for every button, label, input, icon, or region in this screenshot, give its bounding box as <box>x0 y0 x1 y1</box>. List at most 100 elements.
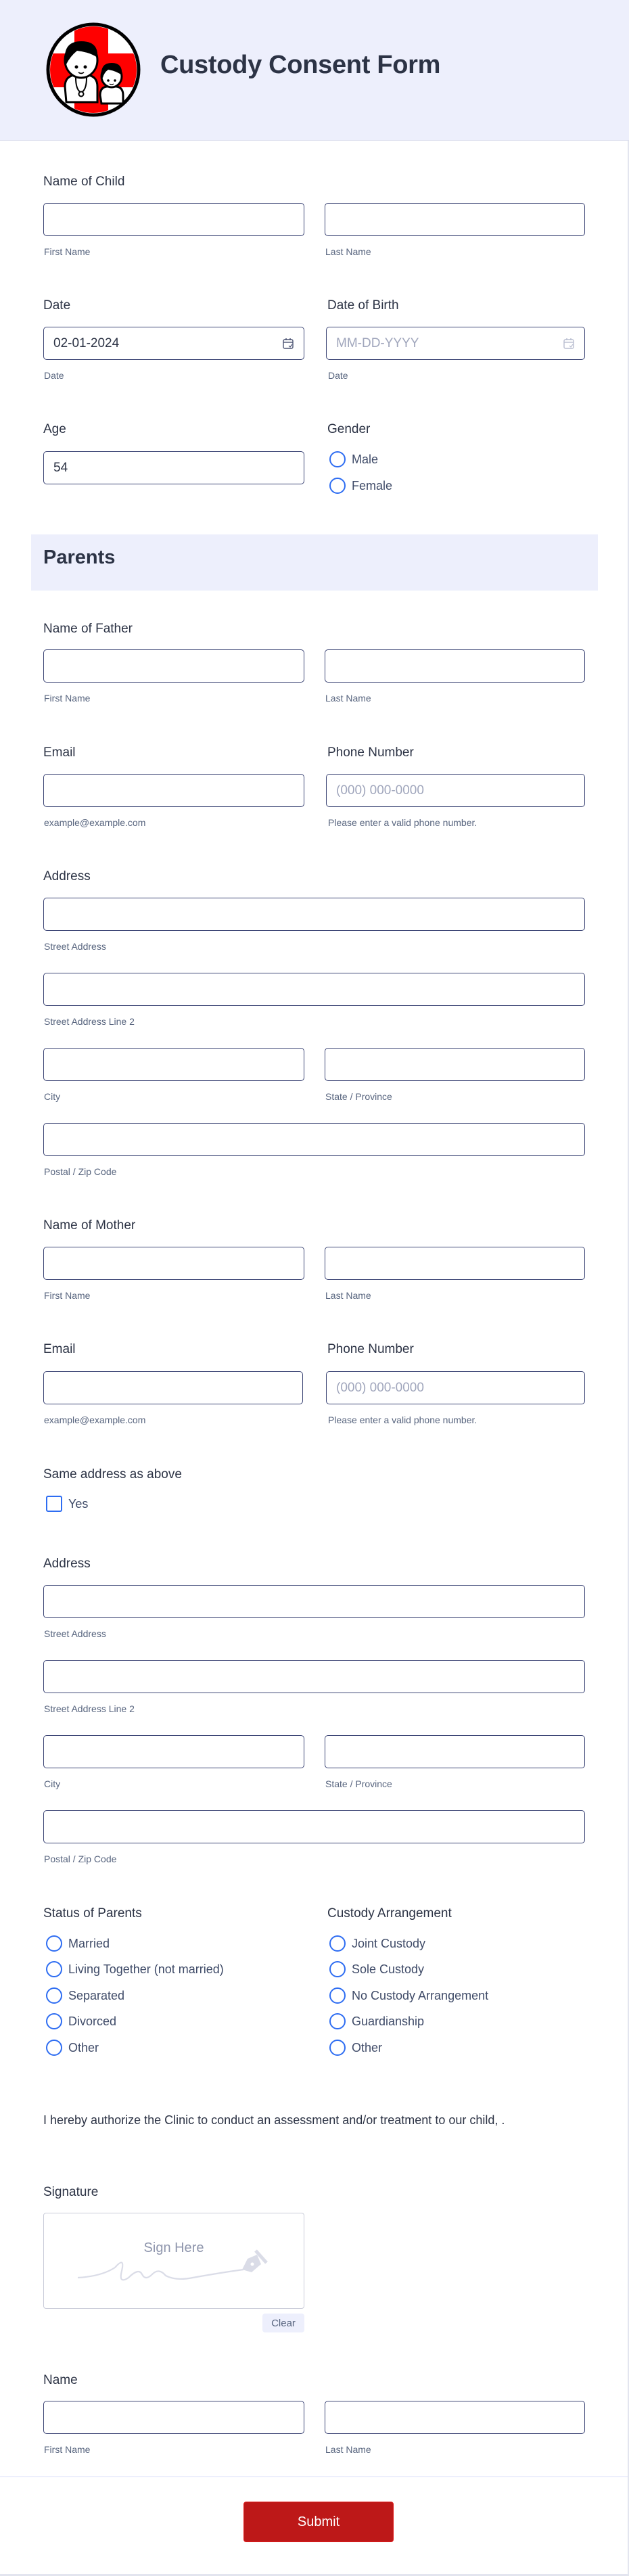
status-radio-separated[interactable]: Separated <box>46 1987 124 2004</box>
radio-circle-icon[interactable] <box>329 1935 346 1952</box>
status-of-parents-label: Status of Parents <box>43 1906 142 1920</box>
father-name-label: Name of Father <box>43 622 133 636</box>
father-zip-input[interactable] <box>43 1123 585 1156</box>
signature-label: Signature <box>43 2185 99 2199</box>
father-email-input[interactable] <box>43 774 304 807</box>
radio-circle-icon[interactable] <box>46 1935 62 1952</box>
date-sublabel: Date <box>44 370 64 381</box>
radio-circle-icon[interactable] <box>46 2040 62 2056</box>
child-first-name-input[interactable] <box>43 203 304 236</box>
phone-placeholder: (000) 000-0000 <box>336 783 424 798</box>
mother-street-sublabel: Street Address <box>44 1628 106 1639</box>
signer-name-label: Name <box>43 2373 78 2387</box>
mother-phone-label: Phone Number <box>327 1342 414 1356</box>
radio-circle-icon[interactable] <box>46 2013 62 2029</box>
radio-circle-icon[interactable] <box>329 1987 346 2004</box>
form-title: Custody Consent Form <box>160 51 441 79</box>
radio-circle-icon[interactable] <box>329 1961 346 1977</box>
clear-signature-button[interactable]: Clear <box>262 2314 304 2332</box>
father-street-input[interactable] <box>43 898 585 931</box>
divider <box>0 2476 628 2477</box>
radio-label: Other <box>68 2040 99 2054</box>
father-phone-sublabel: Please enter a valid phone number. <box>328 817 477 828</box>
father-city-input[interactable] <box>43 1048 304 1081</box>
checkbox-icon[interactable] <box>46 1496 62 1512</box>
dob-sublabel: Date <box>328 370 348 381</box>
signature-pad[interactable]: Sign Here <box>43 2213 304 2309</box>
custody-radio-sole[interactable]: Sole Custody <box>329 1960 424 1978</box>
father-last-name-input[interactable] <box>325 649 585 683</box>
father-last-name-sublabel: Last Name <box>325 693 371 704</box>
date-input[interactable]: 02-01-2024 <box>43 327 304 360</box>
radio-label: Joint Custody <box>352 1936 426 1950</box>
status-radio-married[interactable]: Married <box>46 1935 110 1952</box>
mother-email-input[interactable] <box>43 1371 303 1404</box>
mother-state-input[interactable] <box>325 1735 585 1768</box>
mother-phone-input[interactable]: (000) 000-0000 <box>326 1371 585 1404</box>
same-address-checkbox[interactable]: Yes <box>46 1496 88 1512</box>
radio-label: No Custody Arrangement <box>352 1988 489 2002</box>
mother-city-input[interactable] <box>43 1735 304 1768</box>
gender-radio-male[interactable]: Male <box>329 451 378 468</box>
pen-nib-icon <box>77 2249 268 2281</box>
same-address-label: Same address as above <box>43 1467 182 1481</box>
father-zip-sublabel: Postal / Zip Code <box>44 1166 117 1177</box>
custody-radio-guardianship[interactable]: Guardianship <box>329 2013 424 2030</box>
custody-radio-joint[interactable]: Joint Custody <box>329 1935 425 1952</box>
radio-label: Divorced <box>68 2014 117 2028</box>
father-state-input[interactable] <box>325 1048 585 1081</box>
mother-email-label: Email <box>43 1342 76 1356</box>
child-first-name-sublabel: First Name <box>44 246 91 257</box>
mother-street2-input[interactable] <box>43 1660 585 1693</box>
age-input[interactable]: 54 <box>43 451 304 484</box>
signer-first-name-input[interactable] <box>43 2401 304 2434</box>
mother-street-input[interactable] <box>43 1585 585 1618</box>
checkbox-label: Yes <box>68 1496 89 1511</box>
father-state-sublabel: State / Province <box>325 1091 392 1102</box>
father-street2-sublabel: Street Address Line 2 <box>44 1016 135 1027</box>
status-radio-divorced[interactable]: Divorced <box>46 2013 116 2030</box>
custody-arrangement-label: Custody Arrangement <box>327 1906 452 1920</box>
child-name-label: Name of Child <box>43 175 125 189</box>
radio-circle-icon[interactable] <box>329 478 346 494</box>
father-city-sublabel: City <box>44 1091 61 1102</box>
mother-last-name-input[interactable] <box>325 1247 585 1280</box>
radio-label: Other <box>352 2040 383 2054</box>
mother-zip-input[interactable] <box>43 1810 585 1843</box>
phone-placeholder: (000) 000-0000 <box>336 1380 424 1395</box>
custody-radio-none[interactable]: No Custody Arrangement <box>329 1987 488 2004</box>
consent-text: I hereby authorize the Clinic to conduct… <box>43 2113 505 2127</box>
mother-street2-sublabel: Street Address Line 2 <box>44 1703 135 1714</box>
father-first-name-input[interactable] <box>43 649 304 683</box>
mother-zip-sublabel: Postal / Zip Code <box>44 1854 117 1864</box>
custody-radio-other[interactable]: Other <box>329 2039 382 2056</box>
clinic-logo-icon <box>46 22 141 117</box>
radio-circle-icon[interactable] <box>329 451 346 467</box>
radio-label: Married <box>68 1936 110 1950</box>
submit-button[interactable]: Submit <box>243 2502 394 2542</box>
child-last-name-sublabel: Last Name <box>325 246 371 257</box>
dob-input[interactable]: MM-DD-YYYY <box>326 327 585 360</box>
radio-circle-icon[interactable] <box>329 2013 346 2029</box>
child-last-name-input[interactable] <box>325 203 585 236</box>
status-radio-living-together[interactable]: Living Together (not married) <box>46 1960 224 1978</box>
section-title: Parents <box>43 547 116 568</box>
status-radio-other[interactable]: Other <box>46 2039 99 2056</box>
gender-radio-female[interactable]: Female <box>329 477 392 495</box>
father-street-sublabel: Street Address <box>44 941 106 952</box>
radio-label: Male <box>352 452 379 466</box>
signer-first-name-sublabel: First Name <box>44 2444 91 2455</box>
father-street2-input[interactable] <box>43 973 585 1006</box>
calendar-icon[interactable] <box>282 338 294 350</box>
radio-circle-icon[interactable] <box>46 1961 62 1977</box>
signer-last-name-input[interactable] <box>325 2401 585 2434</box>
mother-first-name-input[interactable] <box>43 1247 304 1280</box>
radio-circle-icon[interactable] <box>329 2040 346 2056</box>
father-phone-input[interactable]: (000) 000-0000 <box>326 774 585 807</box>
mother-last-name-sublabel: Last Name <box>325 1290 371 1301</box>
age-label: Age <box>43 422 66 436</box>
radio-label: Guardianship <box>352 2014 425 2028</box>
mother-first-name-sublabel: First Name <box>44 1290 91 1301</box>
calendar-icon[interactable] <box>563 338 575 350</box>
radio-circle-icon[interactable] <box>46 1987 62 2004</box>
